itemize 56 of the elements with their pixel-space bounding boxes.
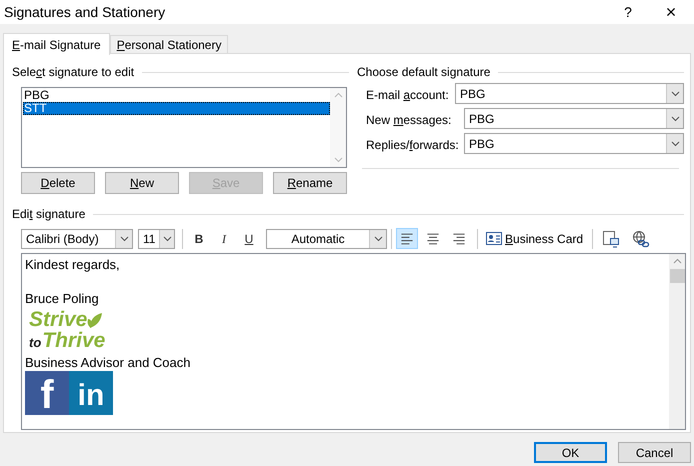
business-card-button[interactable]: Business Card <box>486 230 584 248</box>
chevron-down-icon <box>162 236 172 242</box>
align-right-icon <box>451 230 467 246</box>
signature-text: Bruce Poling <box>25 291 100 307</box>
scroll-up-icon[interactable] <box>334 92 342 98</box>
chevron-down-icon <box>670 90 680 96</box>
signature-button[interactable]: New <box>105 172 179 194</box>
field-label: New messages: <box>366 112 452 129</box>
social-in-icon[interactable]: in <box>69 371 113 415</box>
chevron-down-icon <box>670 116 680 122</box>
tab[interactable]: E-mail Signature <box>3 33 110 55</box>
bold-button[interactable]: B <box>191 230 207 248</box>
chevron-down-icon <box>670 140 680 146</box>
social-f-icon[interactable]: f <box>25 371 69 415</box>
signature-text: Kindest regards, <box>25 257 121 273</box>
signature-button[interactable]: Delete <box>21 172 95 194</box>
scrollbar[interactable] <box>669 254 685 429</box>
tab[interactable]: Personal Stationery <box>110 35 228 54</box>
chevron-down-icon <box>120 236 128 242</box>
underline-button[interactable]: U <box>241 230 257 248</box>
group-heading: Edit signature <box>12 206 86 223</box>
color-dropdown[interactable]: Automatic <box>266 228 387 248</box>
align-left-button[interactable] <box>396 228 418 249</box>
scroll-up-icon[interactable] <box>672 258 682 264</box>
italic-button[interactable]: I <box>216 230 232 248</box>
field-label: E-mail account: <box>366 87 450 104</box>
window-title: Signatures and Stationery <box>4 2 166 22</box>
signature-button[interactable]: Rename <box>273 172 347 194</box>
dialog-button[interactable]: OK <box>534 442 607 463</box>
signature-dropdown[interactable]: PBG <box>455 83 684 104</box>
field-label: Replies/forwards: <box>366 137 460 154</box>
size-dropdown[interactable]: 11 <box>138 228 175 248</box>
hyperlink-icon[interactable] <box>632 230 650 248</box>
scroll-down-icon[interactable] <box>334 157 342 163</box>
group-heading: Select signature to edit <box>12 64 134 81</box>
align-left-icon <box>399 230 415 246</box>
signature-text: Business Advisor and Coach <box>25 355 192 371</box>
scrollbar[interactable] <box>330 88 346 167</box>
list-item[interactable]: STT <box>23 102 330 115</box>
font-dropdown[interactable]: Calibri (Body) <box>21 228 133 248</box>
leaf-icon <box>87 310 104 328</box>
logo: Strive toThrive <box>29 309 106 353</box>
signature-dropdown[interactable]: PBG <box>464 133 684 154</box>
chevron-down-icon <box>374 236 382 242</box>
signature-list[interactable]: PBG STT <box>21 87 347 168</box>
scroll-thumb[interactable] <box>670 269 684 283</box>
group-heading: Choose default signature <box>357 64 490 81</box>
insert-picture-icon[interactable] <box>602 230 620 248</box>
list-item[interactable]: PBG <box>23 89 330 102</box>
signature-dropdown[interactable]: PBG <box>464 108 684 129</box>
help-button[interactable]: ? <box>608 2 648 22</box>
align-center-icon <box>425 230 441 246</box>
signature-editor[interactable]: Kindest regards, Bruce Poling Strive toThrive Business Advisor and Coach f in <box>21 253 686 430</box>
dialog-button[interactable]: Cancel <box>618 442 691 463</box>
close-button[interactable]: × <box>648 0 694 26</box>
contact-card-icon <box>486 232 502 245</box>
